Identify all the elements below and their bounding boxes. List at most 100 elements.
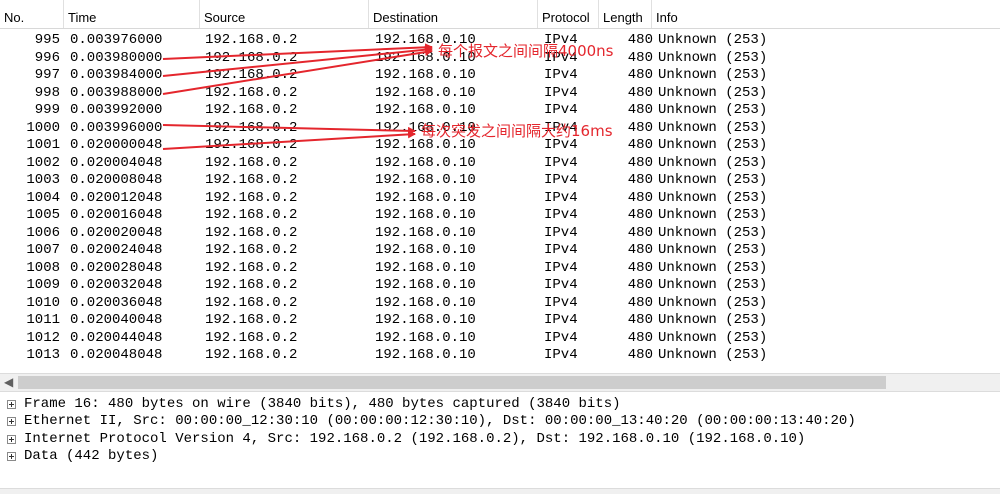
packet-source: 192.168.0.2 [205, 154, 298, 171]
table-row[interactable]: 1003 0.020008048 192.168.0.2 192.168.0.10 IP… [0, 172, 1000, 190]
scrollbar-thumb[interactable] [18, 376, 886, 389]
packet-info: Unknown (253) [658, 32, 768, 48]
packet-source: 192.168.0.2 [205, 259, 298, 276]
packet-no: 1012 [26, 329, 60, 346]
column-header-time[interactable]: Time [64, 0, 200, 28]
packet-no: 1013 [26, 347, 60, 363]
packet-destination: 192.168.0.10 [375, 224, 476, 241]
column-header-info[interactable]: Info [652, 0, 1000, 28]
expand-plus-icon[interactable] [7, 400, 16, 409]
packet-info: Unknown (253) [658, 137, 768, 153]
packet-list-header: No. Time Source Destination Protocol Len… [0, 0, 1000, 29]
table-row[interactable]: 1008 0.020028048 192.168.0.2 192.168.0.10 IP… [0, 260, 1000, 278]
packet-info: Unknown (253) [658, 329, 768, 346]
packet-no: 1001 [26, 137, 60, 153]
packet-length: 480 [627, 207, 653, 223]
expand-plus-icon[interactable] [7, 451, 16, 461]
packet-no: 1000 [26, 119, 60, 136]
packet-protocol: IPv4 [544, 259, 578, 276]
detail-tree-item[interactable]: Ethernet II, Src: 00:00:00_12:30:10 (00:… [0, 413, 1000, 430]
horizontal-scrollbar[interactable]: ◀ [0, 373, 1000, 392]
packet-info: Unknown (253) [658, 49, 768, 66]
packet-time: 0.020028048 [70, 259, 163, 276]
table-row[interactable]: 1009 0.020032048 192.168.0.2 192.168.0.10 IP… [0, 277, 1000, 295]
detail-tree-item[interactable]: Frame 16: 480 bytes on wire (3840 bits),… [0, 396, 1000, 413]
table-row[interactable]: 1011 0.020040048 192.168.0.2 192.168.0.10 IP… [0, 312, 1000, 330]
packet-no: 997 [34, 67, 60, 83]
packet-time: 0.020012048 [70, 189, 163, 206]
table-row[interactable]: 1012 0.020044048 192.168.0.2 192.168.0.10 IP… [0, 330, 1000, 348]
packet-length: 480 [627, 312, 653, 328]
packet-length: 480 [627, 329, 653, 346]
packet-info: Unknown (253) [658, 172, 768, 188]
packet-source: 192.168.0.2 [205, 277, 298, 293]
packet-source: 192.168.0.2 [205, 207, 298, 223]
packet-no: 1006 [26, 224, 60, 241]
packet-protocol: IPv4 [544, 172, 578, 188]
annotation-burst-gap: 每次突发之间间隔大约16ms [421, 122, 613, 140]
packet-length: 480 [627, 102, 653, 118]
packet-length: 480 [627, 172, 653, 188]
packet-length: 480 [627, 154, 653, 171]
table-row[interactable]: 1005 0.020016048 192.168.0.2 192.168.0.10 IP… [0, 207, 1000, 225]
packet-source: 192.168.0.2 [205, 32, 298, 48]
packet-time: 0.020040048 [70, 312, 163, 328]
packet-destination: 192.168.0.10 [375, 312, 476, 328]
packet-time: 0.020008048 [70, 172, 163, 188]
column-header-protocol[interactable]: Protocol [538, 0, 599, 28]
packet-source: 192.168.0.2 [205, 137, 298, 153]
table-row[interactable]: 1004 0.020012048 192.168.0.2 192.168.0.10 IP… [0, 190, 1000, 208]
detail-tree-item[interactable]: Internet Protocol Version 4, Src: 192.16… [0, 431, 1000, 448]
packet-destination: 192.168.0.10 [375, 67, 476, 83]
packet-info: Unknown (253) [658, 119, 768, 136]
detail-text: Ethernet II, Src: 00:00:00_12:30:10 (00:… [24, 413, 856, 430]
packet-destination: 192.168.0.10 [375, 347, 476, 363]
detail-tree-item[interactable]: Data (442 bytes) [0, 448, 1000, 465]
packet-protocol: IPv4 [544, 102, 578, 118]
packet-no: 999 [34, 102, 60, 118]
packet-info: Unknown (253) [658, 154, 768, 171]
expand-plus-icon[interactable] [7, 434, 16, 444]
packet-time: 0.003996000 [70, 119, 163, 136]
packet-info: Unknown (253) [658, 294, 768, 311]
packet-no: 1004 [26, 189, 60, 206]
packet-time: 0.020004048 [70, 154, 163, 171]
table-row[interactable]: 1010 0.020036048 192.168.0.2 192.168.0.10 IP… [0, 295, 1000, 313]
packet-source: 192.168.0.2 [205, 242, 298, 258]
packet-no: 1011 [26, 312, 60, 328]
packet-no: 998 [34, 84, 60, 101]
table-row[interactable]: 998 0.003988000 192.168.0.2 192.168.0.10 IPv… [0, 85, 1000, 103]
packet-length: 480 [627, 189, 653, 206]
packet-protocol: IPv4 [544, 154, 578, 171]
packet-source: 192.168.0.2 [205, 224, 298, 241]
packet-protocol: IPv4 [544, 84, 578, 101]
left-arrow-icon[interactable]: ◀ [4, 374, 13, 391]
table-row[interactable]: 999 0.003992000 192.168.0.2 192.168.0.10 IPv… [0, 102, 1000, 120]
packet-info: Unknown (253) [658, 67, 768, 83]
expand-plus-icon[interactable] [7, 417, 16, 427]
packet-no: 1009 [26, 277, 60, 293]
packet-info: Unknown (253) [658, 242, 768, 258]
table-row[interactable]: 1007 0.020024048 192.168.0.2 192.168.0.10 IP… [0, 242, 1000, 260]
table-row[interactable]: 1013 0.020048048 192.168.0.2 192.168.0.10 IP… [0, 347, 1000, 365]
table-row[interactable]: 1006 0.020020048 192.168.0.2 192.168.0.10 IP… [0, 225, 1000, 243]
packet-time: 0.020000048 [70, 137, 163, 153]
packet-destination: 192.168.0.10 [375, 329, 476, 346]
packet-info: Unknown (253) [658, 102, 768, 118]
packet-info: Unknown (253) [658, 347, 768, 363]
table-row[interactable]: 997 0.003984000 192.168.0.2 192.168.0.10 IPv… [0, 67, 1000, 85]
packet-length: 480 [627, 67, 653, 83]
bottom-scrollbar[interactable] [0, 488, 1000, 494]
packet-no: 1007 [26, 242, 60, 258]
packet-time: 0.003976000 [70, 32, 163, 48]
packet-source: 192.168.0.2 [205, 189, 298, 206]
table-row[interactable]: 1002 0.020004048 192.168.0.2 192.168.0.10 IP… [0, 155, 1000, 173]
packet-time: 0.020036048 [70, 294, 163, 311]
packet-time: 0.020024048 [70, 242, 163, 258]
packet-protocol: IPv4 [544, 294, 578, 311]
column-header-length[interactable]: Length [599, 0, 652, 28]
packet-no: 996 [34, 49, 60, 66]
column-header-destination[interactable]: Destination [369, 0, 538, 28]
column-header-source[interactable]: Source [200, 0, 369, 28]
column-header-no[interactable]: No. [0, 0, 64, 28]
